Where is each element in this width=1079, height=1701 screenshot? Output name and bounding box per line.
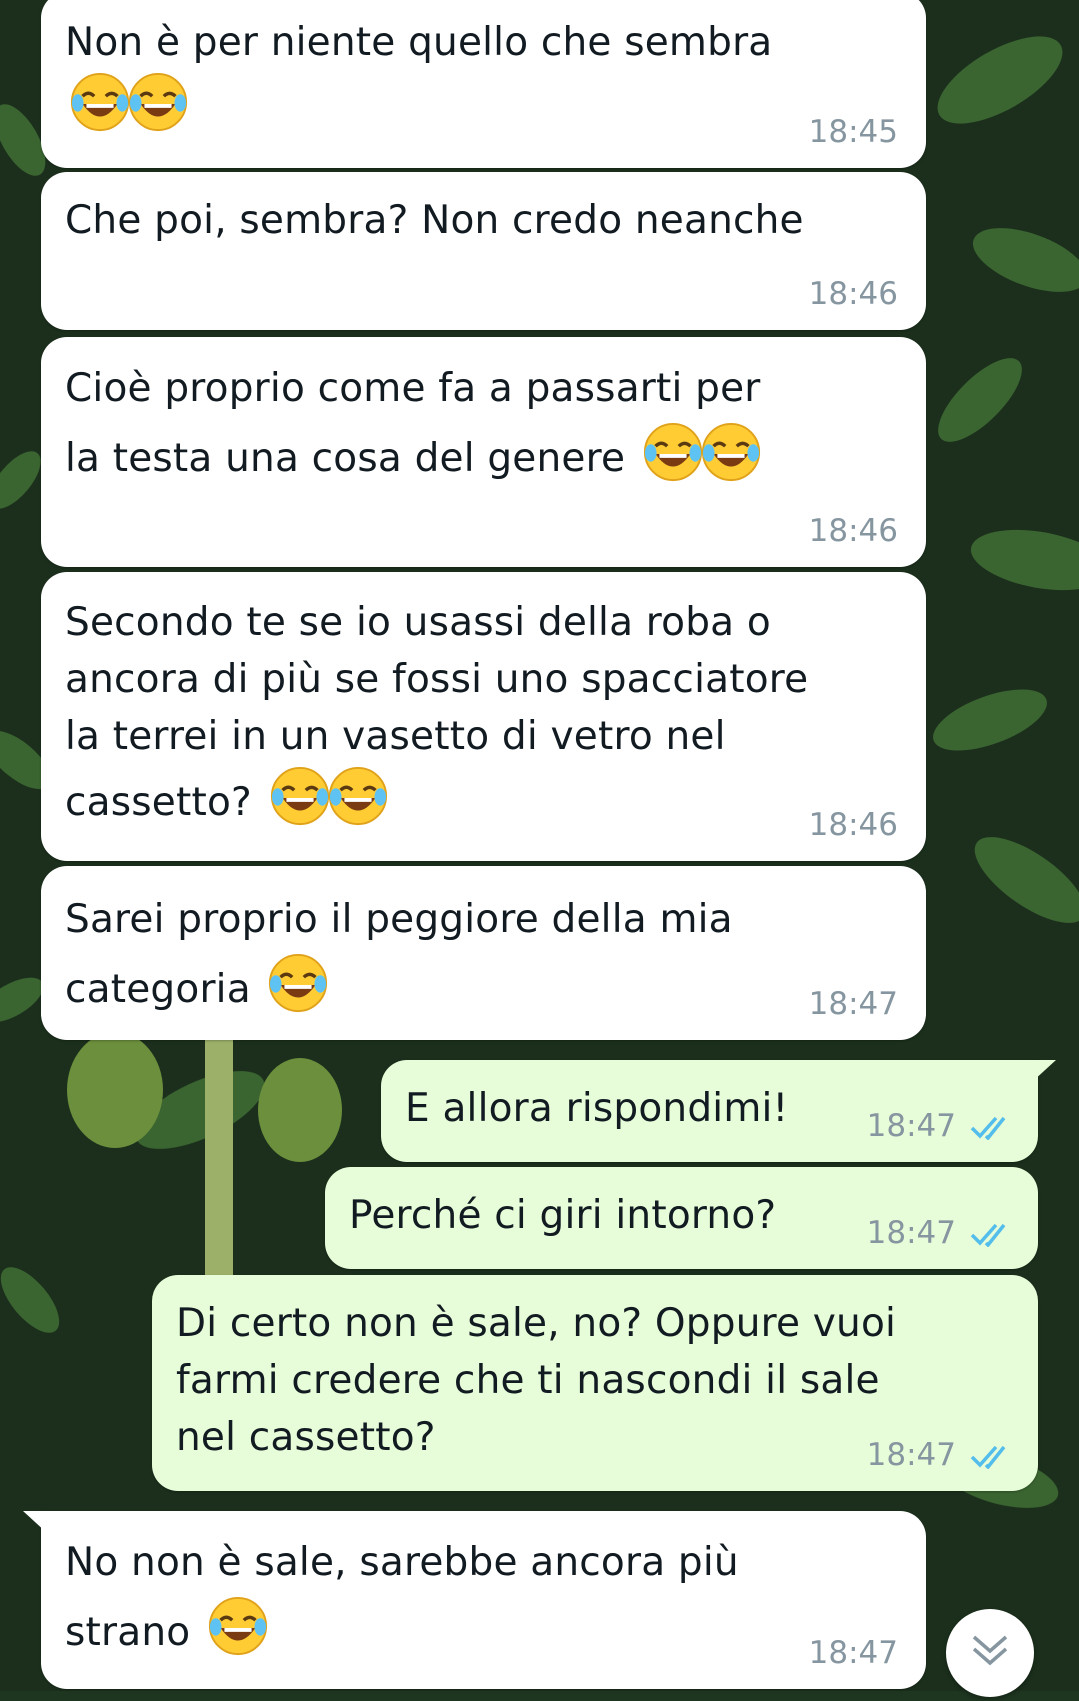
- message-text: Che poi, sembra? Non credo neanche: [65, 198, 804, 243]
- incoming-message[interactable]: Cioè proprio come fa a passarti per la t…: [41, 337, 926, 567]
- face-with-tears-of-joy-icon: [700, 421, 762, 483]
- face-with-tears-of-joy-icon: [642, 421, 704, 483]
- message-timestamp: 18:47: [808, 1635, 898, 1671]
- double-check-icon: [970, 1223, 1006, 1247]
- message-timestamp: 18:46: [808, 276, 898, 312]
- face-with-tears-of-joy-icon: [269, 765, 331, 827]
- message-timestamp: 18:46: [808, 807, 898, 843]
- incoming-message[interactable]: Non è per niente quello che sembra 18:45: [41, 0, 926, 168]
- message-timestamp: 18:47: [866, 1437, 956, 1473]
- face-with-tears-of-joy-icon: [267, 952, 329, 1014]
- message-timestamp: 18:45: [808, 114, 898, 150]
- face-with-tears-of-joy-icon: [207, 1595, 269, 1657]
- outgoing-message[interactable]: E allora rispondimi! 18:47: [381, 1060, 1056, 1162]
- scroll-to-bottom-button[interactable]: [946, 1609, 1034, 1697]
- incoming-message[interactable]: Secondo te se io usassi della roba o anc…: [41, 572, 926, 861]
- message-timestamp: 18:47: [866, 1215, 956, 1251]
- incoming-message[interactable]: Che poi, sembra? Non credo neanche 18:46: [41, 172, 926, 330]
- face-with-tears-of-joy-icon: [69, 71, 131, 133]
- face-with-tears-of-joy-icon: [327, 765, 389, 827]
- outgoing-message[interactable]: Perché ci giri intorno? 18:47: [325, 1167, 1038, 1269]
- message-text: Non è per niente quello che sembra: [65, 14, 902, 137]
- double-check-icon: [970, 1116, 1006, 1140]
- incoming-message[interactable]: Sarei proprio il peggiore della mia cate…: [41, 866, 926, 1040]
- message-timestamp: 18:46: [808, 513, 898, 549]
- message-timestamp: 18:47: [808, 986, 898, 1022]
- bubble-tail: [1032, 1060, 1056, 1082]
- double-check-icon: [970, 1445, 1006, 1469]
- message-text: Secondo te se io usassi della roba o anc…: [65, 600, 809, 827]
- message-text: Sarei proprio il peggiore della mia cate…: [65, 897, 733, 1014]
- outgoing-message[interactable]: Di certo non è sale, no? Oppure vuoi far…: [152, 1275, 1038, 1491]
- incoming-message[interactable]: No non è sale, sarebbe ancora più strano…: [23, 1511, 926, 1689]
- message-text: Cioè proprio come fa a passarti per la t…: [65, 366, 762, 483]
- message-timestamp: 18:47: [866, 1108, 956, 1144]
- bubble-tail: [23, 1511, 47, 1533]
- face-with-tears-of-joy-icon: [127, 71, 189, 133]
- double-chevron-down-icon: [972, 1635, 1008, 1666]
- message-text: No non è sale, sarebbe ancora più strano: [65, 1540, 739, 1657]
